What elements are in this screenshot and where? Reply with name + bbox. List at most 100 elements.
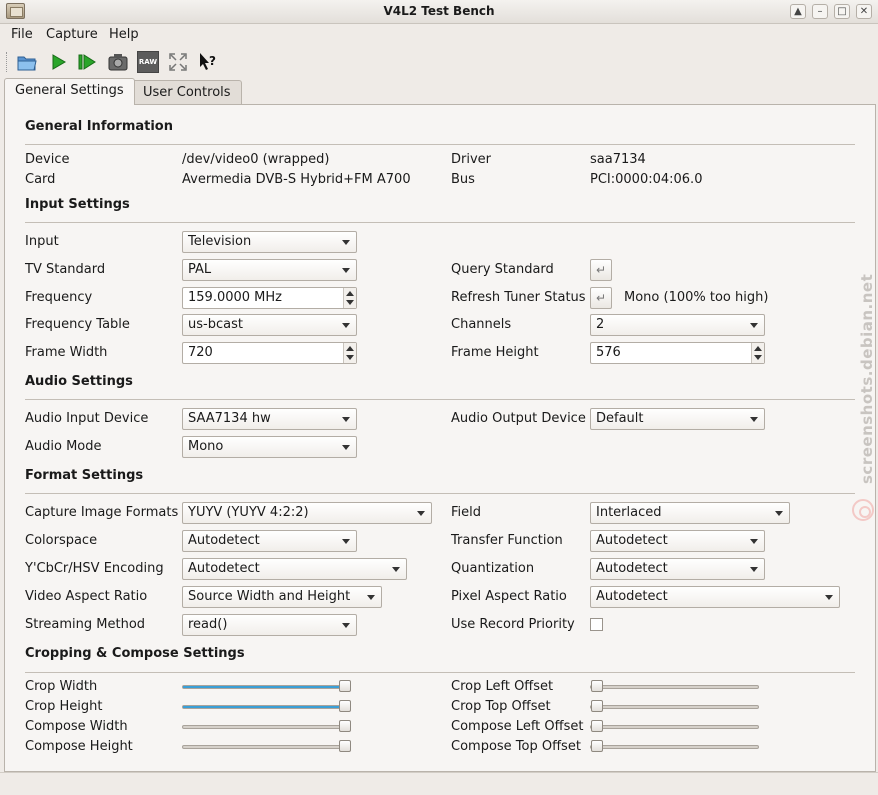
crop-height-label: Crop Height — [25, 699, 103, 714]
start-capture-icon[interactable] — [47, 51, 69, 73]
section-divider — [25, 399, 855, 400]
audio-mode-select[interactable]: Mono — [182, 436, 357, 458]
snapshot-camera-icon[interactable] — [107, 51, 129, 73]
compose-width-slider[interactable] — [182, 719, 357, 735]
crop-width-slider[interactable] — [182, 679, 357, 695]
spin-up-icon[interactable] — [754, 346, 762, 351]
card-label: Card — [25, 172, 56, 187]
open-folder-icon[interactable] — [16, 51, 38, 73]
audio-mode-label: Audio Mode — [25, 439, 102, 454]
section-divider — [25, 672, 855, 673]
input-select[interactable]: Television — [182, 231, 357, 253]
spin-up-icon[interactable] — [346, 346, 354, 351]
tab-general-settings[interactable]: General Settings — [4, 78, 135, 105]
slider-handle[interactable] — [591, 700, 603, 712]
slider-track[interactable] — [590, 705, 759, 709]
crop-left-offset-slider[interactable] — [590, 679, 765, 695]
frame-height-spinbox[interactable]: 576 — [590, 342, 765, 364]
transfer-function-select[interactable]: Autodetect — [590, 530, 765, 552]
channels-select[interactable]: 2 — [590, 314, 765, 336]
section-divider — [25, 222, 855, 223]
streaming-method-label: Streaming Method — [25, 617, 146, 632]
slider-handle[interactable] — [339, 700, 351, 712]
chevron-down-icon — [825, 595, 833, 600]
audio-input-device-select[interactable]: SAA7134 hw — [182, 408, 357, 430]
spin-up-icon[interactable] — [346, 291, 354, 296]
driver-label: Driver — [451, 152, 492, 167]
compose-left-offset-slider[interactable] — [590, 719, 765, 735]
frequency-table-select[interactable]: us-bcast — [182, 314, 357, 336]
whats-this-help-icon[interactable]: ? — [197, 51, 219, 73]
slider-handle[interactable] — [591, 740, 603, 752]
tab-user-controls[interactable]: User Controls — [132, 80, 242, 104]
use-record-priority-label: Use Record Priority — [451, 617, 575, 632]
slider-handle[interactable] — [339, 680, 351, 692]
spin-buttons[interactable] — [751, 343, 764, 363]
slider-track[interactable] — [182, 725, 351, 729]
field-select[interactable]: Interlaced — [590, 502, 790, 524]
crop-left-offset-label: Crop Left Offset — [451, 679, 554, 694]
chevron-down-icon — [342, 323, 350, 328]
query-standard-button[interactable]: ↵ — [590, 259, 612, 281]
refresh-tuner-label: Refresh Tuner Status — [451, 290, 586, 305]
spin-buttons[interactable] — [343, 343, 356, 363]
slider-track[interactable] — [590, 725, 759, 729]
fullscreen-icon[interactable] — [167, 51, 189, 73]
slider-track[interactable] — [182, 705, 351, 709]
slider-handle[interactable] — [339, 720, 351, 732]
frame-width-value: 720 — [188, 345, 213, 360]
compose-height-slider[interactable] — [182, 739, 357, 755]
spin-down-icon[interactable] — [754, 355, 762, 360]
close-window-icon[interactable]: ✕ — [856, 4, 872, 19]
slider-track[interactable] — [182, 745, 351, 749]
toolbar-handle[interactable] — [6, 52, 8, 72]
video-aspect-ratio-select[interactable]: Source Width and Height — [182, 586, 382, 608]
section-divider — [25, 493, 855, 494]
slider-handle[interactable] — [591, 680, 603, 692]
use-record-priority-checkbox[interactable] — [590, 618, 603, 631]
menu-file[interactable]: File — [11, 27, 33, 42]
section-cropping-compose: Cropping & Compose Settings — [25, 646, 245, 661]
capture-formats-select[interactable]: YUYV (YUYV 4:2:2) — [182, 502, 432, 524]
chevron-down-icon — [750, 417, 758, 422]
streaming-method-select[interactable]: read() — [182, 614, 357, 636]
shade-window-icon[interactable]: ▲ — [790, 4, 806, 19]
frequency-spinbox[interactable]: 159.0000 MHz — [182, 287, 357, 309]
slider-track[interactable] — [590, 745, 759, 749]
menu-help[interactable]: Help — [109, 27, 139, 42]
section-divider — [25, 144, 855, 145]
chevron-down-icon — [342, 240, 350, 245]
refresh-tuner-button[interactable]: ↵ — [590, 287, 612, 309]
slider-track[interactable] — [182, 685, 351, 689]
menu-capture[interactable]: Capture — [46, 27, 98, 42]
audio-output-device-value: Default — [596, 411, 644, 426]
step-capture-icon[interactable] — [76, 51, 98, 73]
spin-down-icon[interactable] — [346, 300, 354, 305]
input-label: Input — [25, 234, 59, 249]
spin-down-icon[interactable] — [346, 355, 354, 360]
chevron-down-icon — [342, 268, 350, 273]
audio-output-device-select[interactable]: Default — [590, 408, 765, 430]
encoding-select[interactable]: Autodetect — [182, 558, 407, 580]
colorspace-select[interactable]: Autodetect — [182, 530, 357, 552]
field-label: Field — [451, 505, 482, 520]
tv-standard-select[interactable]: PAL — [182, 259, 357, 281]
frame-height-label: Frame Height — [451, 345, 539, 360]
pixel-aspect-ratio-select[interactable]: Autodetect — [590, 586, 840, 608]
spin-buttons[interactable] — [343, 288, 356, 308]
compose-top-offset-slider[interactable] — [590, 739, 765, 755]
title-bar: V4L2 Test Bench ▲ – □ ✕ — [0, 0, 878, 24]
slider-handle[interactable] — [339, 740, 351, 752]
encoding-label: Y'CbCr/HSV Encoding — [25, 561, 164, 576]
slider-track[interactable] — [590, 685, 759, 689]
crop-height-slider[interactable] — [182, 699, 357, 715]
raw-capture-icon[interactable]: RAW — [137, 51, 159, 73]
quantization-select[interactable]: Autodetect — [590, 558, 765, 580]
minimize-window-icon[interactable]: – — [812, 4, 828, 19]
frame-height-value: 576 — [596, 345, 621, 360]
crop-top-offset-slider[interactable] — [590, 699, 765, 715]
frame-width-spinbox[interactable]: 720 — [182, 342, 357, 364]
maximize-window-icon[interactable]: □ — [834, 4, 850, 19]
slider-handle[interactable] — [591, 720, 603, 732]
bus-value: PCI:0000:04:06.0 — [590, 172, 703, 187]
